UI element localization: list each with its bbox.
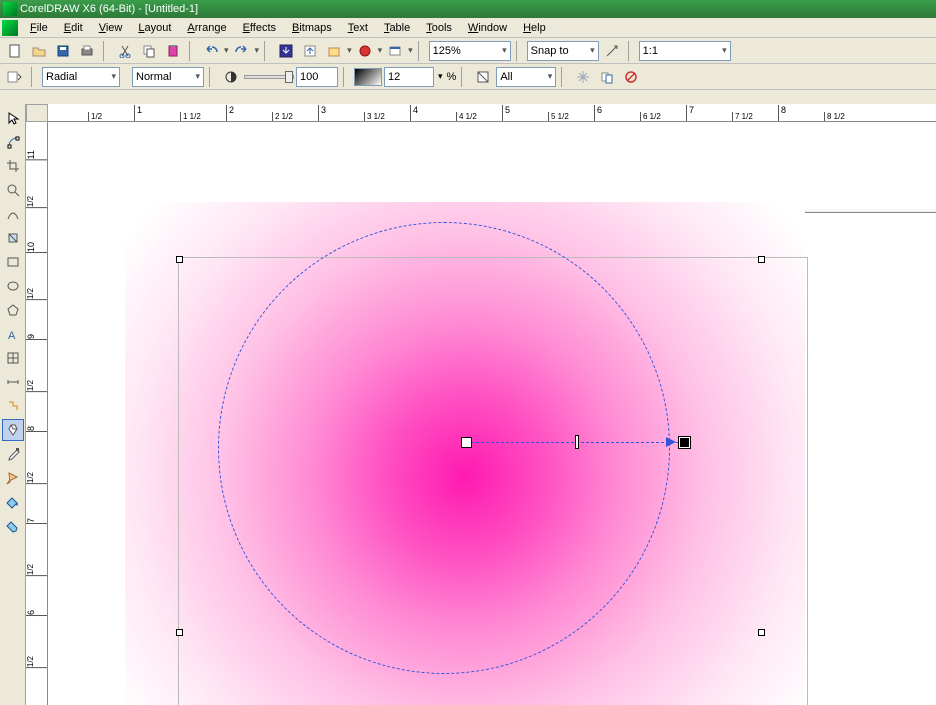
clear-transparency-icon[interactable] bbox=[620, 66, 642, 88]
edit-fill-icon[interactable] bbox=[4, 66, 26, 88]
menu-tools[interactable]: Tools bbox=[418, 20, 460, 36]
gradient-end-handle[interactable] bbox=[679, 437, 690, 448]
new-icon[interactable] bbox=[4, 40, 26, 62]
window-title: CorelDRAW X6 (64-Bit) - [Untitled-1] bbox=[20, 3, 198, 15]
dimension-tool[interactable] bbox=[2, 371, 24, 393]
apply-target-icon[interactable] bbox=[472, 66, 494, 88]
doc-icon bbox=[2, 20, 18, 36]
title-bar: CorelDRAW X6 (64-Bit) - [Untitled-1] bbox=[0, 0, 936, 18]
print-icon[interactable] bbox=[76, 40, 98, 62]
menu-help[interactable]: Help bbox=[515, 20, 554, 36]
rectangle-tool[interactable] bbox=[2, 251, 24, 273]
blend-mode-dropdown[interactable]: Normal bbox=[132, 67, 204, 87]
ellipse-tool[interactable] bbox=[2, 275, 24, 297]
menu-text[interactable]: Text bbox=[340, 20, 376, 36]
open-icon[interactable] bbox=[28, 40, 50, 62]
save-icon[interactable] bbox=[52, 40, 74, 62]
paste-icon[interactable] bbox=[162, 40, 184, 62]
toolbar-property: Radial Normal ▾ % All bbox=[0, 64, 936, 90]
canvas[interactable] bbox=[48, 122, 936, 705]
undo-icon[interactable] bbox=[200, 40, 222, 62]
opacity-input[interactable] bbox=[296, 67, 338, 87]
interactive-transparency-tool[interactable] bbox=[2, 419, 24, 441]
menu-bitmaps[interactable]: Bitmaps bbox=[284, 20, 340, 36]
menu-view[interactable]: View bbox=[91, 20, 131, 36]
gradient-start-handle[interactable] bbox=[461, 437, 472, 448]
publish-icon[interactable] bbox=[323, 40, 345, 62]
menu-arrange[interactable]: Arrange bbox=[179, 20, 234, 36]
shape-tool[interactable] bbox=[2, 131, 24, 153]
selection-handle[interactable] bbox=[176, 256, 183, 263]
gradient-preview[interactable] bbox=[354, 68, 382, 86]
app-icon bbox=[3, 2, 17, 16]
snap-options-icon[interactable] bbox=[601, 40, 623, 62]
ruler-vertical[interactable]: 111/2101/291/281/271/261/2 bbox=[26, 122, 48, 705]
redo-icon[interactable] bbox=[231, 40, 253, 62]
selection-handle[interactable] bbox=[176, 629, 183, 636]
svg-text:A: A bbox=[8, 330, 16, 341]
radial-gradient-extent[interactable] bbox=[218, 222, 670, 674]
export-icon[interactable] bbox=[299, 40, 321, 62]
menu-file[interactable]: File bbox=[22, 20, 56, 36]
eyedropper-tool[interactable] bbox=[2, 443, 24, 465]
menu-layout[interactable]: Layout bbox=[130, 20, 179, 36]
connector-tool[interactable] bbox=[2, 395, 24, 417]
angle-input[interactable] bbox=[384, 67, 434, 87]
menu-table[interactable]: Table bbox=[376, 20, 418, 36]
percent-label: % bbox=[447, 71, 457, 83]
interactive-fill-tool[interactable] bbox=[2, 515, 24, 537]
selection-handle[interactable] bbox=[758, 629, 765, 636]
ruler-corner[interactable] bbox=[26, 104, 48, 122]
menu-bar[interactable]: FileEditViewLayoutArrangeEffectsBitmapsT… bbox=[0, 18, 936, 38]
smart-fill-tool[interactable] bbox=[2, 227, 24, 249]
polygon-tool[interactable] bbox=[2, 299, 24, 321]
transparency-icon[interactable] bbox=[220, 66, 242, 88]
table-tool[interactable] bbox=[2, 347, 24, 369]
toolbar-standard: ▾ ▾ ▾ ▾ ▾ 125% Snap to 1:1 bbox=[0, 38, 936, 64]
snap-dropdown[interactable]: Snap to bbox=[527, 41, 599, 61]
copy-props-icon[interactable] bbox=[596, 66, 618, 88]
opacity-slider[interactable] bbox=[244, 75, 294, 79]
ruler-horizontal[interactable]: 1/211 1/222 1/233 1/244 1/255 1/266 1/27… bbox=[48, 104, 936, 122]
fill-type-dropdown[interactable]: Radial bbox=[42, 67, 120, 87]
menu-effects[interactable]: Effects bbox=[235, 20, 284, 36]
fill-tool[interactable] bbox=[2, 491, 24, 513]
pick-tool[interactable] bbox=[2, 107, 24, 129]
selection-handle[interactable] bbox=[758, 256, 765, 263]
target-dropdown[interactable]: All bbox=[496, 67, 556, 87]
text-tool[interactable]: A bbox=[2, 323, 24, 345]
menu-window[interactable]: Window bbox=[460, 20, 515, 36]
freehand-tool[interactable] bbox=[2, 203, 24, 225]
gradient-mid-handle[interactable] bbox=[575, 435, 579, 449]
freeze-icon[interactable] bbox=[572, 66, 594, 88]
welcome-icon[interactable] bbox=[384, 40, 406, 62]
menu-edit[interactable]: Edit bbox=[56, 20, 91, 36]
crop-tool[interactable] bbox=[2, 155, 24, 177]
toolbox: A bbox=[0, 104, 26, 705]
zoom-dropdown[interactable]: 125% bbox=[429, 41, 511, 61]
zoom-tool[interactable] bbox=[2, 179, 24, 201]
outline-tool[interactable] bbox=[2, 467, 24, 489]
launch-icon[interactable] bbox=[354, 40, 376, 62]
cut-icon[interactable] bbox=[114, 40, 136, 62]
import-icon[interactable] bbox=[275, 40, 297, 62]
ratio-dropdown[interactable]: 1:1 bbox=[639, 41, 731, 61]
copy-icon[interactable] bbox=[138, 40, 160, 62]
gradient-direction-arrow bbox=[666, 437, 676, 447]
